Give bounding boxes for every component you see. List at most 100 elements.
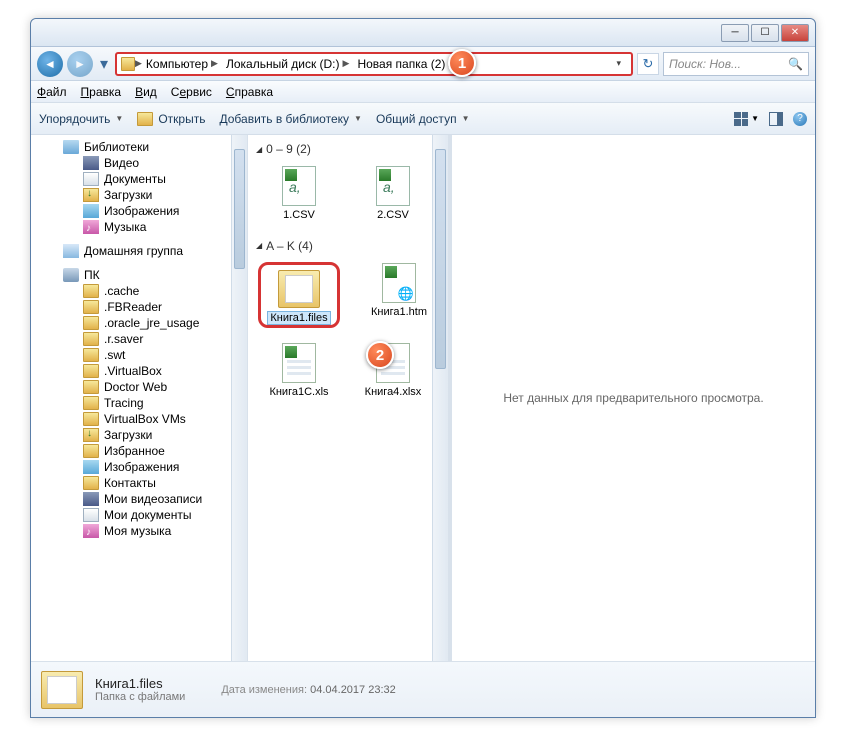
search-placeholder: Поиск: Нов... bbox=[669, 57, 741, 71]
selected-name: Книга1.files bbox=[95, 676, 185, 691]
tree-music[interactable]: Музыка bbox=[31, 219, 247, 235]
tree-folder[interactable]: Контакты bbox=[31, 475, 247, 491]
menu-file[interactable]: Файл bbox=[37, 85, 67, 99]
tree-folder[interactable]: .cache bbox=[31, 283, 247, 299]
sidebar-scrollbar[interactable] bbox=[231, 135, 247, 661]
file-2-csv[interactable]: 2.CSV bbox=[358, 165, 428, 222]
menu-edit[interactable]: Правка bbox=[81, 85, 122, 99]
tree-folder[interactable]: .FBReader bbox=[31, 299, 247, 315]
libraries-icon bbox=[63, 140, 79, 154]
tree-folder[interactable]: VirtualBox VMs bbox=[31, 411, 247, 427]
tree-folder[interactable]: .swt bbox=[31, 347, 247, 363]
folder-thumbnail-icon bbox=[41, 671, 83, 709]
tree-folder[interactable]: .VirtualBox bbox=[31, 363, 247, 379]
file-list: ◢0 – 9 (2) 1.CSV 2.CSV ◢A – K (4) Книга1… bbox=[248, 135, 452, 661]
details-pane: Книга1.files Папка с файлами Дата измене… bbox=[31, 661, 815, 717]
csv-icon bbox=[376, 166, 410, 206]
callout-1: 1 bbox=[448, 49, 476, 77]
menu-tools[interactable]: Сервис bbox=[171, 85, 212, 99]
folder-icon bbox=[83, 396, 99, 410]
tree-documents[interactable]: Документы bbox=[31, 171, 247, 187]
maximize-button[interactable]: ☐ bbox=[751, 24, 779, 42]
file-kniga1-htm[interactable]: Книга1.htm bbox=[364, 262, 434, 329]
folder-icon bbox=[83, 284, 99, 298]
tree-folder[interactable]: Изображения bbox=[31, 459, 247, 475]
folder-icon bbox=[83, 300, 99, 314]
image-icon bbox=[83, 460, 99, 474]
tree-folder[interactable]: Doctor Web bbox=[31, 379, 247, 395]
document-icon bbox=[83, 172, 99, 186]
preview-pane: Нет данных для предварительного просмотр… bbox=[452, 135, 815, 661]
view-mode-button[interactable]: ▼ bbox=[734, 112, 759, 126]
share-button[interactable]: Общий доступ▼ bbox=[376, 112, 470, 126]
add-to-library-button[interactable]: Добавить в библиотеку▼ bbox=[219, 112, 361, 126]
tree-folder[interactable]: Мои документы bbox=[31, 507, 247, 523]
navigation-bar: ◄ ► ▾ ▶ Компьютер▶ Локальный диск (D:)▶ … bbox=[31, 47, 815, 81]
tree-folder[interactable]: .oracle_jre_usage bbox=[31, 315, 247, 331]
open-button[interactable]: Открыть bbox=[137, 112, 205, 126]
tree-downloads[interactable]: Загрузки bbox=[31, 187, 247, 203]
file-1-csv[interactable]: 1.CSV bbox=[264, 165, 334, 222]
crumb-computer[interactable]: Компьютер▶ bbox=[142, 57, 222, 71]
history-dropdown[interactable]: ▾ bbox=[97, 53, 111, 75]
tree-folder[interactable]: Моя музыка bbox=[31, 523, 247, 539]
folder-icon bbox=[278, 270, 320, 308]
file-kniga1c-xls[interactable]: Книга1C.xls bbox=[264, 342, 334, 399]
folder-icon bbox=[83, 332, 99, 346]
tree-folder[interactable]: Избранное bbox=[31, 443, 247, 459]
folder-icon bbox=[83, 316, 99, 330]
menu-bar: Файл Правка Вид Сервис Справка bbox=[31, 81, 815, 103]
address-bar[interactable]: ▶ Компьютер▶ Локальный диск (D:)▶ Новая … bbox=[115, 52, 633, 76]
navigation-pane: Библиотеки Видео Документы Загрузки Изоб… bbox=[31, 135, 248, 661]
address-dropdown[interactable]: ▾ bbox=[610, 58, 627, 69]
image-icon bbox=[83, 204, 99, 218]
files-scrollbar[interactable] bbox=[432, 135, 448, 661]
refresh-button[interactable]: ↻ bbox=[637, 53, 659, 75]
selection-highlight: Книга1.files bbox=[258, 262, 340, 329]
titlebar: ─ ☐ ✕ bbox=[31, 19, 815, 47]
download-icon bbox=[83, 188, 99, 202]
video-icon bbox=[83, 492, 99, 506]
tree-folder[interactable]: Загрузки bbox=[31, 427, 247, 443]
back-button[interactable]: ◄ bbox=[37, 51, 63, 77]
tree-videos[interactable]: Видео bbox=[31, 155, 247, 171]
close-button[interactable]: ✕ bbox=[781, 24, 809, 42]
tree-libraries[interactable]: Библиотеки bbox=[31, 139, 247, 155]
forward-button[interactable]: ► bbox=[67, 51, 93, 77]
folder-icon bbox=[121, 57, 135, 71]
command-bar: Упорядочить▼ Открыть Добавить в библиоте… bbox=[31, 103, 815, 135]
excel-icon bbox=[282, 343, 316, 383]
group-a-k[interactable]: ◢A – K (4) bbox=[256, 236, 440, 256]
help-button[interactable]: ? bbox=[793, 112, 807, 126]
folder-icon bbox=[83, 412, 99, 426]
file-kniga1-files[interactable]: Книга1.files bbox=[264, 268, 334, 325]
video-icon bbox=[83, 156, 99, 170]
organize-button[interactable]: Упорядочить▼ bbox=[39, 112, 123, 126]
tree-homegroup[interactable]: Домашняя группа bbox=[31, 243, 247, 259]
crumb-new-folder[interactable]: Новая папка (2)▶ bbox=[353, 57, 459, 71]
html-icon bbox=[382, 263, 416, 303]
search-icon: 🔍 bbox=[788, 57, 803, 71]
crumb-drive-d[interactable]: Локальный диск (D:)▶ bbox=[222, 57, 353, 71]
tree-pc[interactable]: ПК bbox=[31, 267, 247, 283]
document-icon bbox=[83, 508, 99, 522]
chevron-right-icon: ▶ bbox=[135, 58, 142, 69]
callout-2: 2 bbox=[366, 341, 394, 369]
tree-folder[interactable]: .r.saver bbox=[31, 331, 247, 347]
folder-icon bbox=[83, 364, 99, 378]
selected-type: Папка с файлами bbox=[95, 691, 185, 703]
group-0-9[interactable]: ◢0 – 9 (2) bbox=[256, 139, 440, 159]
csv-icon bbox=[282, 166, 316, 206]
tree-pictures[interactable]: Изображения bbox=[31, 203, 247, 219]
download-icon bbox=[83, 428, 99, 442]
folder-icon bbox=[137, 112, 153, 126]
menu-view[interactable]: Вид bbox=[135, 85, 157, 99]
tree-folder[interactable]: Мои видеозаписи bbox=[31, 491, 247, 507]
tree-folder[interactable]: Tracing bbox=[31, 395, 247, 411]
preview-pane-button[interactable] bbox=[769, 112, 783, 126]
date-modified: Дата изменения: 04.04.2017 23:32 bbox=[221, 684, 395, 696]
minimize-button[interactable]: ─ bbox=[721, 24, 749, 42]
search-input[interactable]: Поиск: Нов... 🔍 bbox=[663, 52, 809, 76]
homegroup-icon bbox=[63, 244, 79, 258]
menu-help[interactable]: Справка bbox=[226, 85, 273, 99]
